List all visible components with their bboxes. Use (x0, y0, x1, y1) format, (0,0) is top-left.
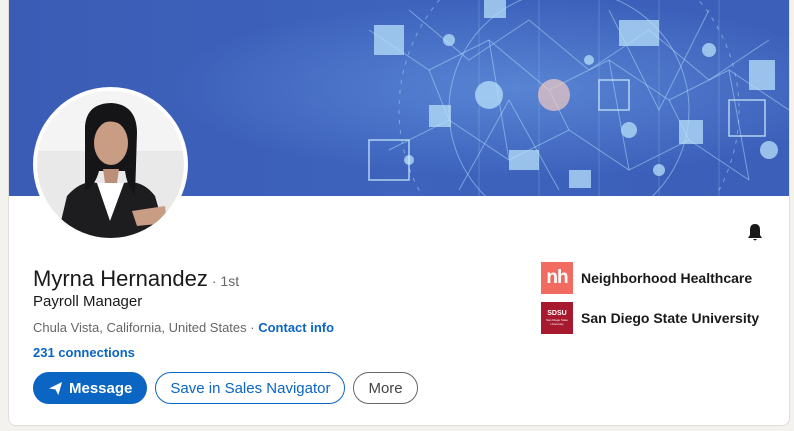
profile-headline: Payroll Manager (33, 293, 143, 310)
org-neighborhood-healthcare[interactable]: nh Neighborhood Healthcare (541, 262, 759, 294)
connections-link[interactable]: 231 connections (33, 345, 135, 360)
name-row: Myrna Hernandez · 1st (33, 266, 239, 292)
profile-card: Myrna Hernandez · 1st Payroll Manager Ch… (8, 0, 790, 426)
sdsu-logo: SDSU San Diego State University (541, 302, 573, 334)
location-separator: · (246, 320, 259, 335)
sdsu-logo-subtext: San Diego State University (546, 318, 568, 326)
send-icon (48, 381, 63, 396)
save-in-sales-navigator-button[interactable]: Save in Sales Navigator (155, 372, 346, 404)
org-name: San Diego State University (581, 310, 760, 326)
message-button[interactable]: Message (33, 372, 148, 404)
nh-logo-text: nh (546, 267, 568, 288)
location-row: Chula Vista, California, United States ·… (33, 320, 334, 335)
org-san-diego-state-university[interactable]: SDSU San Diego State University San Dieg… (541, 302, 759, 334)
profile-name: Myrna Hernandez (33, 266, 208, 291)
profile-actions: Message Save in Sales Navigator More (33, 372, 418, 404)
more-button[interactable]: More (353, 372, 418, 404)
profile-photo[interactable] (33, 87, 188, 242)
profile-location: Chula Vista, California, United States (33, 320, 247, 335)
org-name: Neighborhood Healthcare (581, 270, 753, 286)
connection-degree: · 1st (211, 273, 240, 289)
sdsu-logo-text: SDSU (547, 310, 567, 317)
neighborhood-healthcare-logo: nh (541, 262, 573, 294)
message-button-label: Message (69, 379, 133, 397)
organizations: nh Neighborhood Healthcare SDSU San Dieg… (541, 262, 759, 342)
contact-info-link[interactable]: Contact info (258, 320, 334, 335)
bell-icon[interactable] (745, 222, 765, 242)
